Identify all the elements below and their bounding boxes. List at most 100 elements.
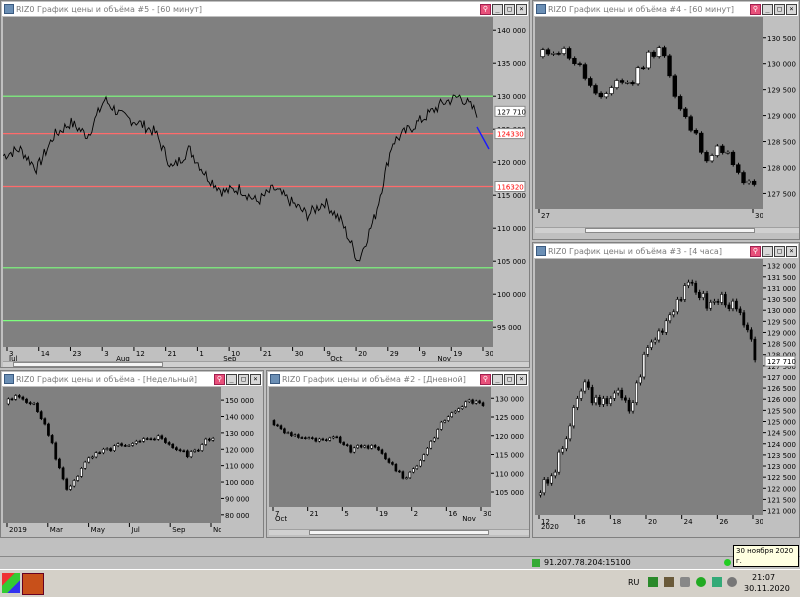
candle-body [164, 438, 167, 443]
trend-line[interactable] [476, 126, 490, 150]
y-tick-label: 127 500 [767, 190, 796, 198]
app-cube-icon[interactable] [2, 573, 20, 593]
chart-window-weekly[interactable]: RIZ0 График цены и объёма - [Недельный] … [0, 370, 264, 538]
chart-app-icon [4, 374, 14, 384]
tray-network-icon[interactable] [648, 577, 658, 587]
chart-window-4[interactable]: RIZ0 График цены и объёма #4 - [60 минут… [532, 0, 800, 240]
tray-shield-icon[interactable] [712, 577, 722, 587]
price-label: 127 710 [767, 358, 796, 366]
price-chart-plot[interactable] [3, 17, 493, 347]
candle-body [432, 437, 436, 442]
candle-body [384, 453, 387, 460]
candle-body [61, 467, 65, 480]
scrollbar-thumb[interactable] [585, 228, 755, 233]
candle-body [6, 398, 10, 405]
price-label: 116320 [497, 183, 524, 191]
tray-check-icon[interactable] [696, 577, 706, 587]
candle-body [10, 398, 14, 401]
minimize-button[interactable]: _ [492, 373, 503, 385]
candle-body [545, 49, 551, 55]
y-tick-label: 130 500 [767, 35, 796, 43]
minimize-button[interactable]: _ [762, 3, 773, 15]
candle-body [131, 443, 134, 446]
price-chart-plot[interactable] [269, 387, 491, 507]
chart-window-5[interactable]: RIZ0 График цены и объёма #5 - [60 минут… [0, 0, 530, 368]
candle-body [568, 425, 572, 440]
candle-body [65, 478, 69, 490]
scrollbar-thumb[interactable] [13, 362, 163, 367]
y-tick-label: 115 000 [497, 192, 526, 200]
minimize-button[interactable]: _ [492, 3, 503, 15]
y-tick-label: 80 000 [225, 512, 250, 520]
x-tick-label: 12 [136, 350, 145, 358]
candle-body [664, 320, 668, 333]
minimize-button[interactable]: _ [762, 245, 773, 257]
candle-body [120, 443, 123, 446]
y-tick-label: 132 000 [767, 263, 796, 271]
app-launch-icon[interactable] [22, 573, 44, 595]
y-tick-label: 121 000 [767, 508, 796, 515]
chart-window-2[interactable]: RIZ0 График цены и объёма #2 - [Дневной]… [266, 370, 530, 538]
maximize-button[interactable]: □ [774, 3, 785, 15]
maximize-button[interactable]: □ [504, 3, 515, 15]
close-button[interactable]: × [250, 373, 261, 385]
language-indicator[interactable]: RU [628, 578, 639, 587]
link-icon[interactable]: ⚲ [214, 373, 225, 385]
window-titlebar[interactable]: RIZ0 График цены и объёма - [Недельный] … [2, 372, 262, 386]
close-button[interactable]: × [786, 3, 797, 15]
clock-time[interactable]: 21:07 [752, 573, 775, 582]
candle-body [709, 302, 712, 309]
close-button[interactable]: × [516, 373, 527, 385]
minimize-button[interactable]: _ [226, 373, 237, 385]
chart-window-3[interactable]: RIZ0 График цены и объёма #3 - [4 часа] … [532, 242, 800, 538]
price-chart-plot[interactable] [535, 259, 763, 515]
tray-speaker-icon[interactable] [680, 577, 690, 587]
link-icon[interactable]: ⚲ [480, 3, 491, 15]
close-button[interactable]: × [786, 245, 797, 257]
maximize-button[interactable]: □ [774, 245, 785, 257]
x-tick-label: 20 [358, 350, 367, 358]
candle-body [342, 442, 345, 445]
x-tick-label: 21 [168, 350, 177, 358]
link-icon[interactable]: ⚲ [750, 245, 761, 257]
link-icon[interactable]: ⚲ [750, 3, 761, 15]
window-titlebar[interactable]: RIZ0 График цены и объёма #2 - [Дневной]… [268, 372, 528, 386]
horizontal-scrollbar[interactable] [535, 227, 799, 233]
candle-body [79, 468, 83, 477]
tray-box-icon[interactable] [664, 577, 674, 587]
candle-body [601, 398, 605, 405]
window-titlebar[interactable]: RIZ0 График цены и объёма #4 - [60 минут… [534, 2, 798, 16]
horizontal-scrollbar[interactable] [3, 361, 529, 367]
close-button[interactable]: × [516, 3, 527, 15]
candle-body [566, 48, 572, 59]
candle-body [17, 395, 21, 398]
candle-body [624, 397, 627, 401]
candle-body [450, 412, 453, 417]
candle-body [422, 454, 426, 461]
candle-body [638, 376, 642, 384]
candle-body [453, 410, 457, 414]
tray-gauge-icon[interactable] [727, 577, 737, 587]
candle-body [630, 82, 635, 85]
price-chart-plot[interactable] [535, 17, 763, 209]
price-series-line [3, 94, 478, 262]
candle-body [735, 300, 738, 310]
candle-body [546, 479, 550, 484]
candle-body [279, 425, 283, 430]
window-titlebar[interactable]: RIZ0 График цены и объёма #3 - [4 часа] … [534, 244, 798, 258]
candle-body [446, 416, 450, 421]
link-icon[interactable]: ⚲ [480, 373, 491, 385]
x-tick-label: Nov [213, 526, 221, 534]
horizontal-scrollbar[interactable] [269, 529, 529, 535]
date-tooltip: 30 ноября 2020 г. понедельник [733, 545, 799, 575]
window-titlebar[interactable]: RIZ0 График цены и объёма #5 - [60 минут… [2, 2, 528, 16]
candle-body [47, 423, 50, 436]
price-chart-plot[interactable] [3, 387, 221, 523]
clock-date[interactable]: 30.11.2020 [744, 584, 790, 593]
candle-body [138, 440, 142, 443]
scrollbar-thumb[interactable] [309, 530, 489, 535]
maximize-button[interactable]: □ [238, 373, 249, 385]
candle-body [553, 471, 557, 477]
maximize-button[interactable]: □ [504, 373, 515, 385]
x-tick-label: 14 [41, 350, 50, 358]
